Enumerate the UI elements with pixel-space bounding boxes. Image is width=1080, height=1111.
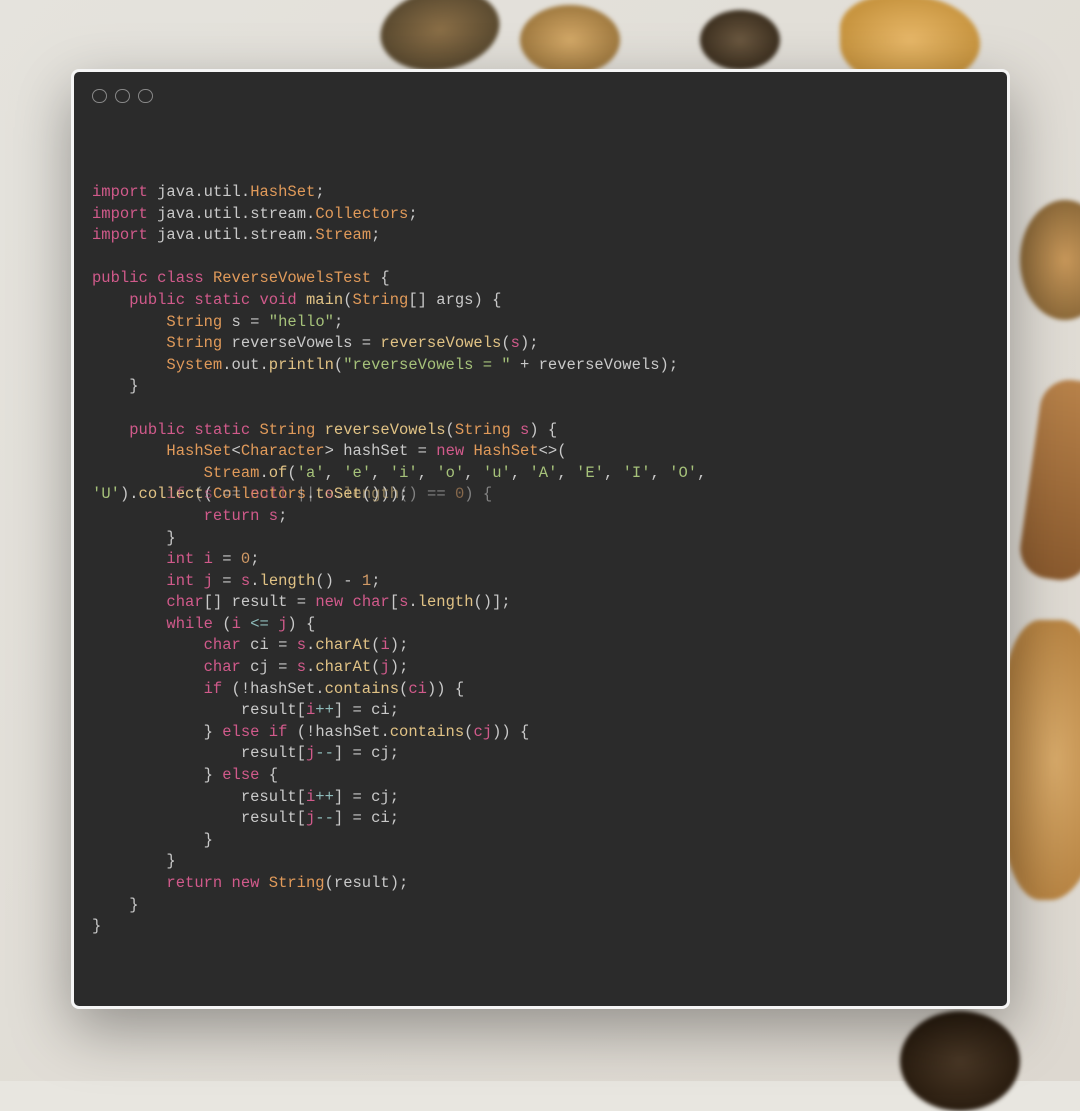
decor-blob (1000, 620, 1080, 900)
decor-blob (900, 1011, 1020, 1111)
code-line: } else if (!hashSet.contains(cj)) { (92, 723, 529, 741)
traffic-light-minimize-icon[interactable] (115, 89, 130, 104)
code-line: HashSet<Character> hashSet = new HashSet… (92, 442, 567, 460)
code-line: char cj = s.charAt(j); (92, 658, 408, 676)
decor-blob (1020, 200, 1080, 320)
code-line: String reverseVowels = reverseVowels(s); (92, 334, 539, 352)
code-line: int j = s.length() - 1; (92, 572, 381, 590)
code-window: import java.util.HashSet; import java.ut… (71, 69, 1010, 1009)
code-line: import java.util.HashSet; (92, 183, 325, 201)
code-line: } (92, 377, 139, 395)
code-line: return new String(result); (92, 874, 408, 892)
traffic-light-zoom-icon[interactable] (138, 89, 153, 104)
code-line: } (92, 831, 213, 849)
code-line: char ci = s.charAt(i); (92, 636, 408, 654)
code-line: } (92, 917, 101, 935)
code-line: while (i <= j) { (92, 615, 315, 633)
code-line: } else { (92, 766, 278, 784)
traffic-light-close-icon[interactable] (92, 89, 107, 104)
decor-blob (1016, 376, 1080, 584)
code-line: char[] result = new char[s.length()]; (92, 593, 511, 611)
code-line: import java.util.stream.Stream; (92, 226, 380, 244)
code-line: import java.util.stream.Collectors; (92, 205, 418, 223)
code-line: result[j--] = ci; (92, 809, 399, 827)
code-line: } (92, 896, 139, 914)
code-line: result[i++] = ci; (92, 701, 399, 719)
code-line: return s; (92, 507, 287, 525)
code-line: public static void main(String[] args) { (92, 291, 501, 309)
decor-blob (520, 5, 620, 75)
code-line: if (!hashSet.contains(ci)) { (92, 680, 464, 698)
code-line: Stream.of('a', 'e', 'i', 'o', 'u', 'A', … (92, 464, 706, 482)
code-line: result[j--] = cj; (92, 744, 399, 762)
decor-blob (700, 10, 780, 70)
code-area: import java.util.HashSet; import java.ut… (74, 120, 1007, 956)
code-line-overlap: 'U').collect(Collectors.toSet())); if (s… (92, 485, 408, 503)
window-titlebar (74, 72, 1007, 120)
code-line: result[i++] = cj; (92, 788, 399, 806)
code-line: } (92, 852, 176, 870)
code-line: public class ReverseVowelsTest { (92, 269, 390, 287)
code-line: System.out.println("reverseVowels = " + … (92, 356, 678, 374)
code-line: int i = 0; (92, 550, 260, 568)
code-line: } (92, 529, 176, 547)
decor-blob (374, 0, 506, 80)
code-line: public static String reverseVowels(Strin… (92, 421, 557, 439)
code-line: String s = "hello"; (92, 313, 343, 331)
